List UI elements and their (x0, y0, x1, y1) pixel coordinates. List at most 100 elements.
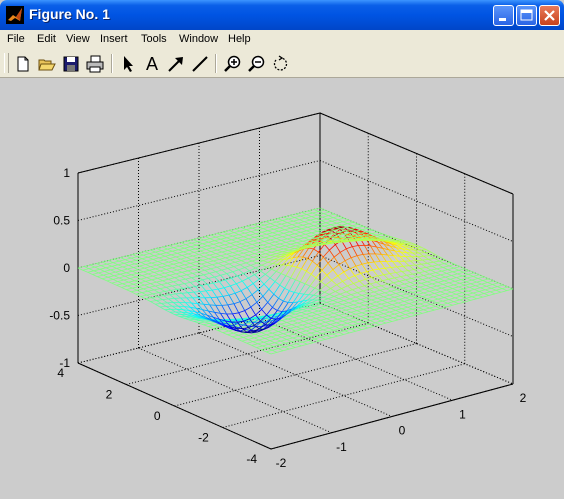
mesh-line (356, 327, 362, 330)
mesh-line (329, 291, 336, 295)
mesh-line (485, 289, 491, 293)
mesh-line (417, 276, 423, 280)
mesh-line (443, 295, 451, 298)
mesh-line (410, 299, 416, 303)
mesh-line (272, 263, 278, 265)
mesh-line (313, 307, 320, 310)
mesh-line (272, 230, 279, 234)
mesh-line (301, 343, 308, 347)
mesh-line (244, 247, 251, 250)
mesh-line (431, 298, 439, 302)
mesh-line (238, 333, 245, 336)
mesh-line (340, 248, 347, 253)
close-button[interactable] (539, 5, 560, 26)
menu-insert[interactable]: Insert (100, 33, 128, 45)
mesh-line (385, 261, 392, 268)
mesh-line (422, 311, 429, 314)
menu-window[interactable]: Window (179, 33, 218, 45)
mesh-line (387, 254, 393, 262)
menu-file[interactable]: File (7, 33, 25, 45)
print-icon[interactable] (84, 53, 106, 75)
mesh-line (125, 257, 132, 260)
mesh-line (221, 235, 227, 239)
zoom-in-icon[interactable] (222, 53, 244, 75)
mesh-line (394, 277, 400, 282)
mesh-line (129, 278, 135, 282)
mesh-line (295, 313, 301, 317)
mesh-line (355, 296, 361, 300)
mesh-line (145, 264, 151, 267)
mesh-line (273, 243, 280, 246)
mesh-line (268, 226, 275, 230)
mesh-line (270, 334, 278, 338)
mesh-line (354, 273, 361, 276)
mesh-line (466, 292, 474, 296)
menu-edit[interactable]: Edit (37, 33, 56, 45)
mesh-line (180, 257, 187, 260)
x-tick-label: 1 (459, 407, 466, 421)
mesh-line (318, 327, 324, 331)
title-bar[interactable]: Figure No. 1 (0, 0, 564, 30)
zoom-out-icon[interactable] (246, 53, 268, 75)
insert-line-icon[interactable] (189, 53, 211, 75)
mesh-line (155, 285, 161, 289)
plot-canvas[interactable]: -1-0.500.51-4-2024-2-1012 (0, 78, 564, 499)
mesh-line (264, 338, 271, 341)
mesh-line (273, 293, 279, 299)
toolbar-grip[interactable] (4, 53, 9, 73)
open-file-icon[interactable] (36, 53, 58, 75)
rotate-3d-icon[interactable] (270, 53, 292, 75)
mesh-line (418, 272, 424, 276)
menu-tools[interactable]: Tools (141, 33, 167, 45)
mesh-line (421, 263, 427, 268)
mesh-line (356, 292, 363, 296)
mesh-line (131, 257, 137, 261)
mesh-line (367, 326, 375, 329)
mesh-line (273, 327, 280, 330)
mesh-line (370, 245, 376, 255)
maximize-button[interactable] (516, 5, 537, 26)
mesh-line (120, 273, 126, 277)
menu-help[interactable]: Help (228, 33, 251, 45)
mesh-line (416, 260, 422, 265)
mesh-line (154, 303, 161, 308)
mesh-line (144, 283, 151, 286)
mesh-line (401, 306, 408, 310)
menu-view[interactable]: View (66, 33, 90, 45)
mesh-line (138, 269, 144, 273)
insert-text-icon[interactable]: A (141, 53, 163, 75)
mesh-line (259, 221, 266, 224)
mesh-line (333, 296, 340, 299)
mesh-line (178, 283, 185, 286)
mesh-line (248, 277, 254, 284)
mesh-line (228, 292, 236, 296)
mesh-line (205, 234, 212, 237)
mesh-line (399, 315, 405, 319)
new-figure-icon[interactable] (12, 53, 34, 75)
mesh-line (363, 253, 370, 255)
mesh-line (302, 341, 308, 345)
mesh-line (374, 322, 381, 326)
mesh-line (213, 259, 220, 262)
mesh-line (436, 302, 442, 306)
mesh-line (277, 234, 283, 238)
save-icon[interactable] (60, 53, 82, 75)
mesh-line (307, 248, 314, 259)
mesh-line (456, 277, 462, 280)
minimize-button[interactable] (493, 5, 514, 26)
mesh-line (249, 233, 256, 236)
mesh-line (164, 255, 171, 259)
mesh-line (418, 271, 425, 274)
insert-arrow-icon[interactable] (165, 53, 187, 75)
mesh-line (163, 295, 169, 300)
mesh-line (332, 300, 338, 303)
select-arrow-icon[interactable] (117, 53, 139, 75)
mesh-line (195, 285, 202, 287)
mesh-line (103, 274, 109, 278)
mesh-line (298, 334, 306, 337)
mesh-line (278, 288, 285, 299)
mesh-line (333, 329, 339, 333)
mesh-line (133, 283, 139, 287)
mesh-line (333, 251, 341, 258)
mesh-line (227, 334, 233, 338)
